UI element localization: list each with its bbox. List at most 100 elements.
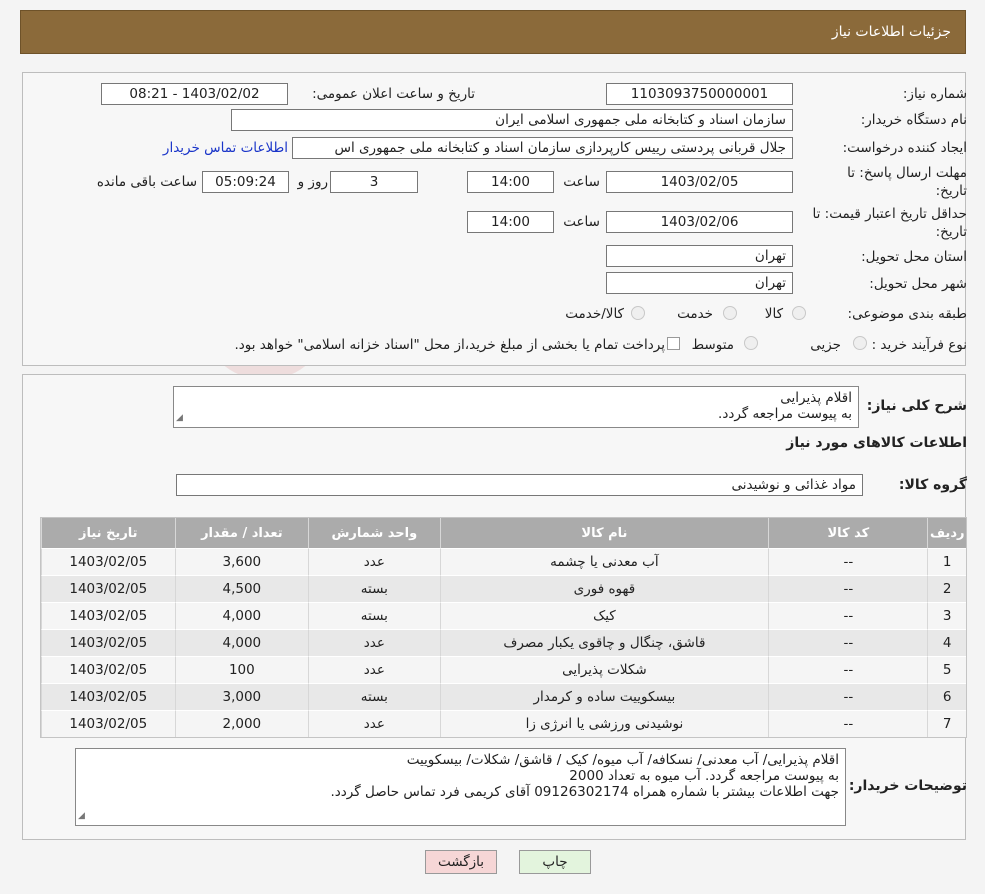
cell-date: 1403/02/05 — [41, 548, 175, 575]
cell-unit: عدد — [308, 710, 440, 737]
cell-quantity: 3,000 — [174, 683, 309, 710]
cell-quantity: 4,000 — [174, 629, 309, 656]
requester-label: ایجاد کننده درخواست: — [842, 140, 967, 156]
validity-date-field[interactable]: 1403/02/06 — [606, 211, 793, 233]
page-title: جزئیات اطلاعات نیاز — [831, 24, 951, 40]
cell-date: 1403/02/05 — [41, 602, 175, 629]
cell-name: کیک — [439, 602, 769, 629]
cell-row-number: 5 — [927, 656, 966, 683]
city-label: شهر محل تحویل: — [869, 276, 967, 292]
col-header-unit: واحد شمارش — [308, 518, 440, 548]
cell-unit: بسته — [308, 575, 440, 602]
province-field[interactable]: تهران — [606, 245, 793, 267]
cell-name: آب معدنی یا چشمه — [439, 548, 769, 575]
process-label: نوع فرآیند خرید : — [871, 337, 967, 353]
category-radio-both[interactable] — [631, 306, 645, 320]
need-number-field[interactable]: 1103093750000001 — [606, 83, 793, 105]
deadline-time-label: ساعت — [563, 174, 600, 190]
cell-unit: عدد — [308, 629, 440, 656]
cell-name: قهوه فوری — [439, 575, 769, 602]
page-header: جزئیات اطلاعات نیاز — [20, 10, 966, 54]
cell-row-number: 6 — [927, 683, 966, 710]
deadline-label-1: مهلت ارسال پاسخ: تا — [847, 165, 967, 181]
category-option-both: کالا/خدمت — [565, 306, 624, 322]
table-row: 6 -- بیسکوییت ساده و کرمدار بسته 3,000 1… — [41, 683, 966, 710]
goods-table: ردیف کد کالا نام کالا واحد شمارش تعداد /… — [40, 517, 967, 738]
table-row: 2 -- قهوه فوری بسته 4,500 1403/02/05 — [41, 575, 966, 602]
need-number-label: شماره نیاز: — [902, 86, 967, 102]
cell-row-number: 2 — [927, 575, 966, 602]
days-remaining-field[interactable]: 3 — [330, 171, 418, 193]
buyer-notes-textarea[interactable]: اقلام پذیرایی/ آب معدنی/ نسکافه/ آب میوه… — [75, 748, 846, 826]
cell-name: قاشق، چنگال و چاقوی یکبار مصرف — [439, 629, 769, 656]
print-button[interactable]: چاپ — [519, 850, 591, 874]
cell-date: 1403/02/05 — [41, 629, 175, 656]
process-option-small: جزیی — [810, 337, 841, 353]
cell-quantity: 4,000 — [174, 602, 309, 629]
col-header-date: تاریخ نیاز — [41, 518, 175, 548]
deadline-time-field[interactable]: 14:00 — [467, 171, 554, 193]
category-radio-goods[interactable] — [792, 306, 806, 320]
buyer-notes-line: اقلام پذیرایی/ آب معدنی/ نسکافه/ آب میوه… — [406, 752, 839, 768]
validity-time-label: ساعت — [563, 214, 600, 230]
cell-code: -- — [768, 710, 928, 737]
buyer-notes-label: توضیحات خریدار: — [848, 778, 967, 794]
cell-code: -- — [768, 629, 928, 656]
buyer-org-field[interactable]: سازمان اسناد و کتابخانه ملی جمهوری اسلام… — [231, 109, 793, 131]
deadline-date-field[interactable]: 1403/02/05 — [606, 171, 793, 193]
goods-group-field[interactable]: مواد غذائی و نوشیدنی — [176, 474, 863, 496]
process-radio-medium[interactable] — [744, 336, 758, 350]
cell-quantity: 2,000 — [174, 710, 309, 737]
cell-date: 1403/02/05 — [41, 656, 175, 683]
cell-unit: عدد — [308, 548, 440, 575]
buyer-org-label: نام دستگاه خریدار: — [860, 112, 967, 128]
cell-row-number: 3 — [927, 602, 966, 629]
need-desc-textarea[interactable]: اقلام پذیرایی به پیوست مراجعه گردد. ◢ — [173, 386, 859, 428]
category-option-goods: کالا — [764, 306, 783, 322]
validity-time-field[interactable]: 14:00 — [467, 211, 554, 233]
cell-code: -- — [768, 683, 928, 710]
cell-name: نوشیدنی ورزشی یا انرژی زا — [439, 710, 769, 737]
table-row: 5 -- شکلات پذیرایی عدد 100 1403/02/05 — [41, 656, 966, 683]
cell-row-number: 1 — [927, 548, 966, 575]
resize-grip-icon[interactable]: ◢ — [176, 410, 183, 426]
cell-quantity: 100 — [174, 656, 309, 683]
back-button[interactable]: بازگشت — [425, 850, 497, 874]
deadline-label-2: تاریخ: — [935, 183, 967, 199]
cell-unit: بسته — [308, 602, 440, 629]
cell-quantity: 3,600 — [174, 548, 309, 575]
announce-label: تاریخ و ساعت اعلان عمومی: — [312, 86, 475, 102]
cell-row-number: 7 — [927, 710, 966, 737]
goods-section-title: اطلاعات کالاهای مورد نیاز — [786, 435, 967, 451]
province-label: استان محل تحویل: — [861, 249, 967, 265]
announce-datetime-field[interactable]: 1403/02/02 - 08:21 — [101, 83, 288, 105]
cell-date: 1403/02/05 — [41, 575, 175, 602]
col-header-row-number: ردیف — [927, 518, 966, 548]
cell-date: 1403/02/05 — [41, 683, 175, 710]
cell-quantity: 4,500 — [174, 575, 309, 602]
cell-code: -- — [768, 656, 928, 683]
cell-code: -- — [768, 548, 928, 575]
time-remaining-field[interactable]: 05:09:24 — [202, 171, 289, 193]
cell-name: شکلات پذیرایی — [439, 656, 769, 683]
need-desc-label: شرح کلی نیاز: — [866, 398, 967, 414]
category-option-service: خدمت — [677, 306, 713, 322]
table-header-row: ردیف کد کالا نام کالا واحد شمارش تعداد /… — [41, 518, 966, 548]
buyer-notes-line: به پیوست مراجعه گردد. آب میوه به تعداد 2… — [569, 768, 839, 784]
validity-label-1: حداقل تاریخ اعتبار قیمت: تا — [812, 206, 967, 222]
requester-field[interactable]: جلال قربانی پردستی رییس کارپردازی سازمان… — [292, 137, 793, 159]
table-row: 3 -- کیک بسته 4,000 1403/02/05 — [41, 602, 966, 629]
process-checkbox[interactable] — [667, 337, 680, 350]
category-radio-service[interactable] — [723, 306, 737, 320]
col-header-quantity: تعداد / مقدار — [174, 518, 309, 548]
process-option-medium: متوسط — [691, 337, 734, 353]
city-field[interactable]: تهران — [606, 272, 793, 294]
cell-unit: بسته — [308, 683, 440, 710]
buyer-contact-link[interactable]: اطلاعات تماس خریدار — [163, 140, 288, 156]
goods-group-label: گروه کالا: — [898, 477, 967, 493]
resize-grip-icon[interactable]: ◢ — [78, 808, 85, 824]
col-header-code: کد کالا — [768, 518, 928, 548]
process-radio-small[interactable] — [853, 336, 867, 350]
cell-name: بیسکوییت ساده و کرمدار — [439, 683, 769, 710]
cell-code: -- — [768, 602, 928, 629]
